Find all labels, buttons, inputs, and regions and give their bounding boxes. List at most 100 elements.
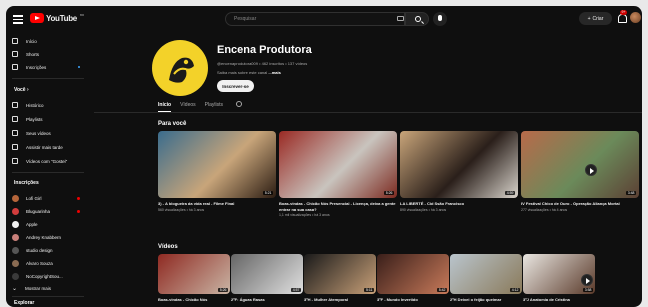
- video-meta: 1,1 mil visualizações • há 3 anos: [279, 213, 330, 217]
- channel-handle: @encenaprodutora009: [217, 61, 258, 66]
- menu-icon[interactable]: [13, 13, 23, 24]
- channel-avatar-icon: [12, 233, 19, 241]
- sidebar-item-shorts[interactable]: Shorts: [12, 49, 86, 59]
- video-title[interactable]: IV Festival Chico de Ouro - Operação Ali…: [521, 201, 639, 207]
- tab-home[interactable]: Início: [158, 102, 172, 112]
- sidebar-subscription-item[interactable]: Lofi Girl: [12, 193, 86, 203]
- video-thumbnail[interactable]: 5:21: [158, 131, 276, 198]
- sidebar-item-label: Bluguarinha: [26, 208, 51, 214]
- video-thumbnail[interactable]: 5:26: [158, 254, 230, 294]
- liked-icon: [12, 158, 18, 164]
- video-card[interactable]: 3:48 IV Festival Chico de Ouro - Operação…: [521, 131, 639, 212]
- video-title[interactable]: 3ºJ Anatomia de Cristina: [523, 297, 595, 302]
- video-thumbnail[interactable]: 5:42: [377, 254, 449, 294]
- video-title[interactable]: 2ºH Deixei o feijão queimar: [450, 297, 522, 302]
- sidebar-item-home[interactable]: Início: [12, 36, 86, 46]
- channel-description[interactable]: Saiba mais sobre este canal ...mais: [217, 70, 281, 75]
- sidebar-show-more[interactable]: ⌄ Mostrar mais: [12, 283, 86, 293]
- sidebar-item-label: Lofi Girl: [26, 195, 42, 201]
- video-card[interactable]: 5:11 3ºH - Mulher Atemporal: [304, 254, 376, 302]
- video-duration: 5:11: [364, 288, 374, 292]
- channel-avatar[interactable]: [152, 40, 208, 96]
- carousel-next-button[interactable]: [581, 274, 593, 286]
- tab-playlists[interactable]: Playlists: [205, 102, 223, 112]
- sidebar-item-label: Assistir mais tarde: [26, 144, 63, 150]
- sidebar-subscription-item[interactable]: studio design: [12, 245, 86, 255]
- video-card[interactable]: 5:26 Boas-vindas - Chicão Nós Presencial …: [279, 131, 397, 217]
- video-title[interactable]: 3ºH - Mulher Atemporal: [304, 297, 376, 302]
- sidebar-item-label: Vídeos com "Gostei": [26, 158, 68, 164]
- subscriber-count: 462 inscritos: [261, 61, 285, 66]
- youtube-logo[interactable]: YouTube BR: [30, 13, 84, 23]
- more-link[interactable]: ...mais: [268, 70, 280, 75]
- video-thumbnail[interactable]: 4:57: [231, 254, 303, 294]
- search-input[interactable]: Pesquisar: [225, 12, 405, 26]
- video-title[interactable]: 3) - A blogueira da vida real - Filme Fi…: [158, 201, 276, 207]
- you-heading-label: Você: [14, 87, 26, 93]
- sidebar-item-history[interactable]: Histórico: [12, 100, 86, 110]
- video-duration: 3:58: [583, 288, 593, 292]
- video-title[interactable]: Boas-vindas - Chicão Nós Presencial - Li…: [279, 201, 397, 212]
- sidebar-item-subscriptions[interactable]: Inscrições: [12, 62, 86, 72]
- sidebar-item-playlists[interactable]: Playlists: [12, 114, 86, 124]
- tab-videos[interactable]: Vídeos: [180, 102, 196, 112]
- video-thumbnail[interactable]: 5:11: [304, 254, 376, 294]
- subscribe-button[interactable]: Inscrever-se: [217, 80, 254, 92]
- channel-avatar-icon: [12, 259, 19, 267]
- video-duration: 5:26: [384, 191, 394, 195]
- sidebar-subscription-item[interactable]: Apple: [12, 219, 86, 229]
- video-thumbnail[interactable]: 4:12: [450, 254, 522, 294]
- video-title[interactable]: 2ºF: Águas Rasas: [231, 297, 303, 302]
- channel-search-icon[interactable]: [235, 101, 242, 107]
- video-thumbnail[interactable]: 5:26: [279, 131, 397, 198]
- video-title[interactable]: LA LIBERTÉ - Cid Ssão Francisco: [400, 201, 518, 207]
- playlists-icon: [12, 116, 18, 122]
- sidebar-item-label: studio design: [26, 247, 53, 253]
- video-title[interactable]: 3ºF - Mundo Invertido: [377, 297, 449, 302]
- sidebar-subscription-item[interactable]: Andrey Knabbern: [12, 232, 86, 242]
- channel-name: Encena Produtora: [217, 44, 312, 56]
- sidebar-item-label: Inscrições: [26, 64, 47, 70]
- your-videos-icon: [12, 130, 18, 136]
- subscriptions-heading: Inscrições: [14, 180, 39, 186]
- channel-avatar-icon: [12, 272, 19, 280]
- sidebar-subscription-item[interactable]: NoCopyrightSou...: [12, 271, 86, 281]
- channel-logo: [153, 41, 207, 95]
- sidebar-item-label: Alvaro Souza: [26, 260, 53, 266]
- sidebar-item-label: Seus vídeos: [26, 130, 51, 136]
- live-indicator-icon: [77, 209, 80, 213]
- sidebar-item-watch-later[interactable]: Assistir mais tarde: [12, 142, 86, 152]
- video-title[interactable]: Boas-vindas - Chicão Nós: [158, 297, 230, 302]
- video-card[interactable]: 4:59 LA LIBERTÉ - Cid Ssão Francisco 890 v…: [400, 131, 518, 212]
- sidebar-item-your-videos[interactable]: Seus vídeos: [12, 128, 86, 138]
- video-card[interactable]: 5:42 3ºF - Mundo Invertido: [377, 254, 449, 302]
- account-avatar[interactable]: [630, 12, 641, 23]
- sidebar-subscription-item[interactable]: Bluguarinha: [12, 206, 86, 216]
- channel-avatar-icon: [12, 207, 19, 215]
- sidebar-subscription-item[interactable]: Alvaro Souza: [12, 258, 86, 268]
- home-icon: [12, 38, 18, 44]
- voice-search-icon[interactable]: [433, 12, 447, 26]
- history-icon: [12, 102, 18, 108]
- carousel-next-button[interactable]: [585, 164, 597, 176]
- sidebar-item-label: Mostrar mais: [25, 285, 52, 291]
- video-thumbnail[interactable]: 3:48: [521, 131, 639, 198]
- keyboard-icon[interactable]: [397, 16, 404, 21]
- video-duration: 4:12: [510, 288, 520, 292]
- create-button[interactable]: + Criar: [579, 12, 612, 25]
- video-card[interactable]: 5:21 3) - A blogueira da vida real - Film…: [158, 131, 276, 212]
- video-card[interactable]: 4:57 2ºF: Águas Rasas: [231, 254, 303, 302]
- sidebar-item-liked[interactable]: Vídeos com "Gostei": [12, 156, 86, 166]
- channel-meta: @encenaprodutora009 • 462 inscritos • 13…: [217, 61, 308, 66]
- explore-heading: Explorar: [14, 300, 35, 306]
- you-heading[interactable]: Você ›: [14, 87, 29, 93]
- search-button[interactable]: [405, 12, 429, 26]
- new-content-dot: [78, 66, 80, 68]
- sidebar-item-label: Histórico: [26, 102, 44, 108]
- video-card[interactable]: 5:26 Boas-vindas - Chicão Nós: [158, 254, 230, 302]
- search-placeholder: Pesquisar: [234, 16, 257, 22]
- video-card[interactable]: 4:12 2ºH Deixei o feijão queimar: [450, 254, 522, 302]
- video-thumbnail[interactable]: 4:59: [400, 131, 518, 198]
- video-duration: 5:42: [437, 288, 447, 292]
- divider: [12, 172, 84, 173]
